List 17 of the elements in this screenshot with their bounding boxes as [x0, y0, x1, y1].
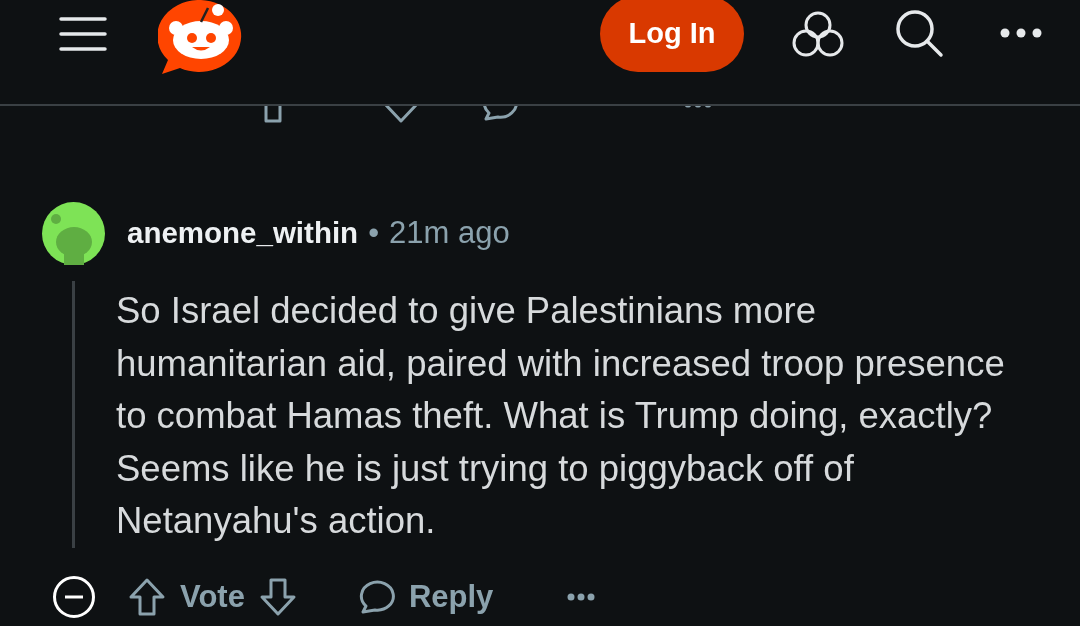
vote-label: Vote — [180, 577, 245, 616]
reply-button[interactable]: Reply — [354, 573, 494, 620]
avatar-icon[interactable] — [42, 202, 105, 265]
circles-icon[interactable] — [792, 10, 844, 58]
downvote-icon[interactable] — [258, 576, 297, 617]
logo-icon[interactable] — [158, 0, 244, 76]
more-icon[interactable] — [567, 592, 596, 601]
collapse-icon[interactable] — [52, 574, 96, 619]
timestamp: 21m ago — [389, 214, 510, 253]
menu-icon[interactable] — [58, 16, 108, 52]
separator-dot: • — [368, 214, 379, 253]
comment-text: So Israel decided to give Palestinians more humanitarian aid, paired with increased troop presence to combat Hamas theft. What is Trump doing, exactly? Seems like he is just trying to piggyback off of Netanyahu's action. — [116, 289, 1006, 543]
login-button[interactable]: Log In — [600, 0, 744, 72]
search-icon[interactable] — [894, 8, 944, 58]
upvote-icon[interactable] — [128, 576, 166, 617]
more-icon[interactable] — [1000, 28, 1042, 38]
username[interactable]: anemone_within — [127, 211, 359, 256]
